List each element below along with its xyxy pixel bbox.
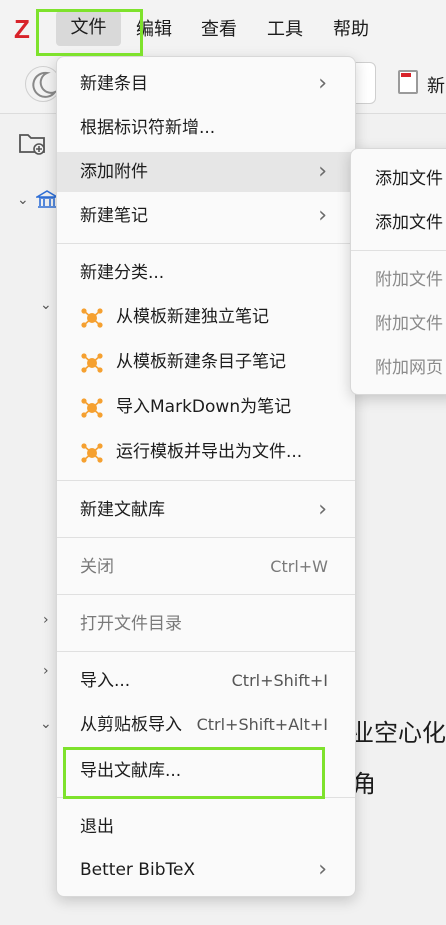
- menu-item-add-by-identifier[interactable]: 根据标识符新增...: [57, 108, 355, 148]
- menu-item-label: 退出: [80, 817, 114, 837]
- menu-separator: [351, 250, 446, 251]
- menu-separator: [57, 243, 355, 244]
- chevron-down-icon[interactable]: ⌄: [40, 716, 52, 732]
- menubar: Z 文件 编辑 查看 工具 帮助: [0, 0, 446, 56]
- menu-item-template-child-note[interactable]: 从模板新建条目子笔记: [57, 342, 355, 382]
- menu-item-label: Better BibTeX: [80, 860, 196, 880]
- chevron-right-icon: ›: [318, 159, 327, 184]
- file-menu: 新建条目 › 根据标识符新增... 添加附件 › 新建笔记 › 新建分类... …: [56, 56, 356, 897]
- chevron-right-icon: ›: [318, 857, 327, 882]
- menu-separator: [57, 797, 355, 798]
- menu-item-label: 从模板新建独立笔记: [116, 307, 269, 327]
- menu-item-label: 导入...: [80, 671, 131, 691]
- menu-item-quit[interactable]: 退出: [57, 807, 355, 847]
- menu-item-close[interactable]: 关闭 Ctrl+W: [57, 547, 355, 587]
- chevron-right-icon: ›: [318, 497, 327, 522]
- menu-item-open-file-directory[interactable]: 打开文件目录: [57, 604, 355, 644]
- chevron-down-icon[interactable]: ⌄: [17, 192, 29, 208]
- zotero-logo: Z: [14, 14, 30, 44]
- menu-separator: [57, 480, 355, 481]
- menu-item-label: 新建文献库: [80, 500, 165, 520]
- menu-item-new-collection[interactable]: 新建分类...: [57, 253, 355, 293]
- template-plugin-icon: [81, 443, 103, 463]
- submenu-item-attach-file[interactable]: 附加文件: [351, 260, 446, 300]
- menu-item-run-template-export[interactable]: 运行模板并导出为文件...: [57, 432, 355, 472]
- chevron-right-icon[interactable]: ›: [43, 663, 49, 679]
- pdf-icon[interactable]: [398, 70, 418, 94]
- menu-item-label: 根据标识符新增...: [80, 118, 216, 138]
- template-plugin-icon: [81, 308, 103, 328]
- submenu-item-add-file[interactable]: 添加文件: [351, 159, 446, 199]
- menu-item-label: 从剪贴板导入: [80, 715, 182, 735]
- menu-item-label: 新建笔记: [80, 206, 148, 226]
- chevron-right-icon: ›: [318, 71, 327, 96]
- submenu-item-add-file-link[interactable]: 添加文件: [351, 203, 446, 243]
- shortcut-label: Ctrl+Shift+Alt+I: [196, 715, 328, 734]
- menu-separator: [57, 594, 355, 595]
- menu-item-new-note[interactable]: 新建笔记 ›: [57, 196, 355, 236]
- menu-item-label: 导入MarkDown为笔记: [116, 397, 292, 417]
- menu-item-label: 添加附件: [80, 162, 148, 182]
- menu-item-add-attachment[interactable]: 添加附件 ›: [57, 152, 355, 192]
- template-plugin-icon: [81, 398, 103, 418]
- menu-item-import-from-clipboard[interactable]: 从剪贴板导入 Ctrl+Shift+Alt+I: [57, 705, 355, 745]
- menu-item-label: 打开文件目录: [80, 614, 182, 634]
- submenu-item-attach-file-link[interactable]: 附加文件: [351, 304, 446, 344]
- menu-edit[interactable]: 编辑: [136, 15, 172, 41]
- menu-item-label: 关闭: [80, 557, 114, 577]
- chevron-right-icon: ›: [318, 203, 327, 228]
- menu-item-import[interactable]: 导入... Ctrl+Shift+I: [57, 661, 355, 701]
- menu-item-export-library[interactable]: 导出文献库...: [57, 751, 355, 791]
- menu-item-new-item[interactable]: 新建条目 ›: [57, 64, 355, 104]
- menu-separator: [57, 537, 355, 538]
- menu-item-better-bibtex[interactable]: Better BibTeX ›: [57, 850, 355, 890]
- menu-item-template-standalone-note[interactable]: 从模板新建独立笔记: [57, 297, 355, 337]
- menu-item-label: 新建分类...: [80, 263, 165, 283]
- menu-item-label: 新建条目: [80, 74, 148, 94]
- submenu-item-attach-web-page[interactable]: 附加网页: [351, 348, 446, 388]
- menu-separator: [57, 651, 355, 652]
- new-label[interactable]: 新: [427, 72, 445, 98]
- background-text-line: 业空心化: [350, 719, 446, 747]
- chevron-down-icon[interactable]: ⌄: [40, 297, 52, 313]
- chevron-right-icon[interactable]: ›: [43, 612, 49, 628]
- shortcut-label: Ctrl+W: [270, 557, 328, 576]
- template-plugin-icon: [81, 353, 103, 373]
- new-collection-icon[interactable]: [18, 130, 46, 155]
- menu-item-label: 导出文献库...: [80, 761, 182, 781]
- menu-help[interactable]: 帮助: [333, 15, 369, 41]
- menu-item-label: 运行模板并导出为文件...: [116, 442, 303, 462]
- menu-item-new-library[interactable]: 新建文献库 ›: [57, 490, 355, 530]
- menu-view[interactable]: 查看: [201, 15, 237, 41]
- menu-item-import-markdown[interactable]: 导入MarkDown为笔记: [57, 387, 355, 427]
- menu-file[interactable]: 文件: [56, 11, 121, 46]
- menu-item-label: 从模板新建条目子笔记: [116, 352, 286, 372]
- shortcut-label: Ctrl+Shift+I: [231, 671, 328, 690]
- add-attachment-submenu: 添加文件 添加文件 附加文件 附加文件 附加网页: [350, 148, 446, 395]
- menu-tools[interactable]: 工具: [267, 15, 303, 41]
- library-icon[interactable]: [34, 190, 60, 210]
